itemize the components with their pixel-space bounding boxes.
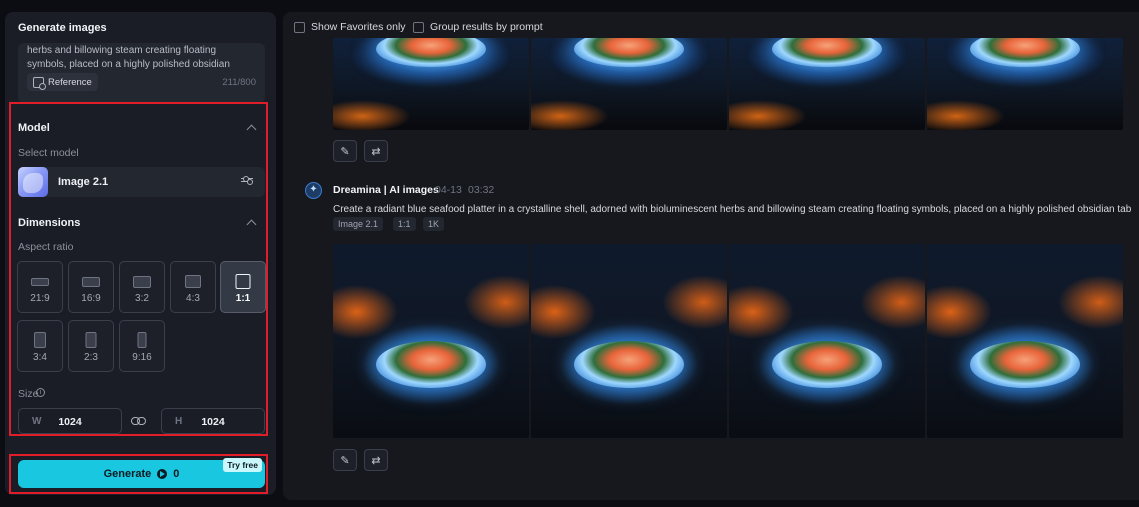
ratio-label: 4:3	[186, 293, 200, 304]
results-panel: Show Favorites only Group results by pro…	[283, 12, 1139, 500]
ratio-1-1[interactable]: 1:1	[220, 261, 266, 313]
width-value: 1024	[58, 416, 82, 428]
group-by-prompt-label: Group results by prompt	[430, 21, 543, 33]
ratio-3-2[interactable]: 3:2	[119, 261, 165, 313]
settings-sliders-icon[interactable]	[241, 176, 253, 187]
author-name: Dreamina | AI images	[333, 184, 439, 196]
char-count: 211/800	[222, 77, 256, 88]
image-reference-icon	[33, 76, 46, 90]
repeat-icon: ⇄	[371, 145, 381, 158]
ratio-label: 2:3	[84, 352, 98, 363]
prompt-text: herbs and billowing steam creating float…	[27, 45, 230, 70]
ratio-shape-icon	[82, 277, 100, 287]
result-image[interactable]	[531, 244, 727, 438]
show-favorites-label: Show Favorites only	[311, 21, 406, 33]
tag-model: Image 2.1	[333, 217, 384, 231]
ratio-shape-icon	[85, 332, 97, 348]
dreamina-avatar-icon	[305, 182, 322, 199]
model-name: Image 2.1	[58, 176, 109, 188]
ratio-label: 21:9	[30, 293, 50, 304]
ratio-label: 9:16	[132, 352, 152, 363]
tag-ratio: 1:1	[393, 217, 416, 231]
prompt-input[interactable]: herbs and billowing steam creating float…	[18, 43, 265, 103]
reference-button[interactable]: Reference	[27, 73, 98, 91]
height-field[interactable]: H 1024	[161, 408, 265, 434]
result-time: 03:32	[468, 184, 495, 196]
result-image[interactable]	[333, 38, 529, 130]
ratio-shape-icon	[34, 332, 46, 348]
show-favorites-toggle[interactable]: Show Favorites only	[294, 21, 406, 33]
ratio-3-4[interactable]: 3:4	[17, 320, 63, 372]
ratio-shape-icon	[31, 278, 49, 286]
dimensions-section-title: Dimensions	[18, 217, 81, 229]
panel-title: Generate images	[18, 22, 107, 34]
repeat-icon: ⇄	[371, 454, 381, 467]
ratio-shape-icon	[137, 332, 147, 348]
credit-coin-icon	[157, 469, 168, 479]
ratio-shape-icon	[133, 276, 151, 288]
ratio-21-9[interactable]: 21:9	[17, 261, 63, 313]
ratio-4-3[interactable]: 4:3	[170, 261, 216, 313]
width-field[interactable]: W 1024	[18, 408, 122, 434]
result-image[interactable]	[333, 244, 529, 438]
generate-label: Generate	[103, 468, 152, 480]
result-date: 04-13	[435, 184, 462, 196]
result-prompt: Create a radiant blue seafood platter in…	[333, 204, 1132, 215]
ratio-shape-icon	[235, 274, 251, 289]
ratio-label: 3:2	[135, 293, 149, 304]
generate-button[interactable]: Generate 0 Try free	[18, 458, 265, 488]
checkbox-icon[interactable]	[413, 21, 424, 33]
pencil-icon: ✎	[340, 145, 350, 158]
tag-resolution: 1K	[423, 217, 445, 231]
group-by-prompt-toggle[interactable]: Group results by prompt	[413, 21, 543, 33]
ratio-2-3[interactable]: 2:3	[68, 320, 114, 372]
height-value: 1024	[201, 416, 225, 428]
checkbox-icon[interactable]	[294, 21, 305, 33]
model-thumbnail	[18, 167, 48, 197]
ratio-9-16[interactable]: 9:16	[119, 320, 165, 372]
result-image[interactable]	[531, 38, 727, 130]
result-image[interactable]	[729, 38, 925, 130]
ratio-label: 3:4	[33, 352, 47, 363]
result-image[interactable]	[729, 244, 925, 438]
edit-button[interactable]: ✎	[333, 140, 357, 162]
ratio-label: 1:1	[235, 293, 251, 304]
info-icon[interactable]: i	[36, 388, 45, 397]
result-image[interactable]	[927, 38, 1123, 130]
ratio-label: 16:9	[81, 293, 101, 304]
try-free-badge: Try free	[223, 458, 262, 472]
edit-button[interactable]: ✎	[333, 449, 357, 471]
regenerate-button[interactable]: ⇄	[364, 449, 388, 471]
pencil-icon: ✎	[340, 454, 350, 467]
reference-label: Reference	[48, 76, 92, 88]
link-aspect-icon[interactable]	[131, 416, 146, 426]
regenerate-button[interactable]: ⇄	[364, 140, 388, 162]
generate-cost: 0	[173, 468, 180, 480]
ratio-16-9[interactable]: 16:9	[68, 261, 114, 313]
aspect-ratio-label: Aspect ratio	[18, 241, 74, 253]
model-selector[interactable]: Image 2.1	[18, 167, 265, 197]
result-image[interactable]	[927, 244, 1123, 438]
model-section-title: Model	[18, 122, 50, 134]
select-model-label: Select model	[18, 147, 79, 159]
ratio-shape-icon	[185, 275, 201, 288]
